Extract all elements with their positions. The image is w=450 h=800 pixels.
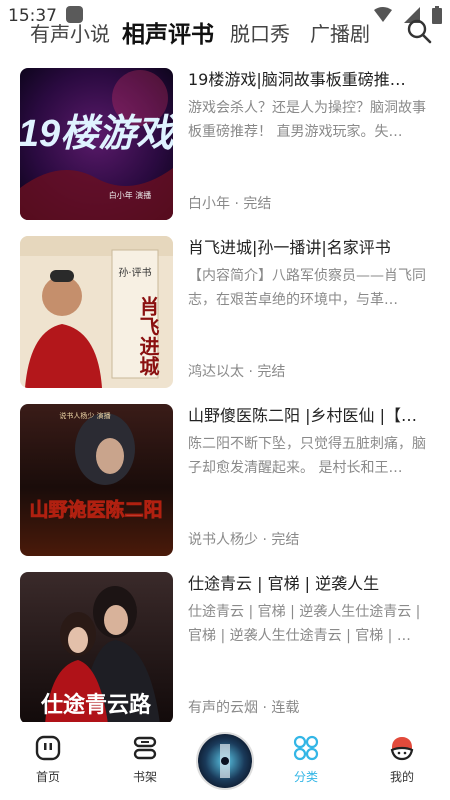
cover-title: 肖飞进城 — [136, 295, 160, 377]
item-meta: 有声的云烟 · 连载 — [188, 700, 300, 716]
nav-mine[interactable]: 我的 — [372, 734, 432, 785]
cover-narrator: 说书人杨少 演播 — [59, 411, 110, 420]
item-title: 肖飞进城|孙一播讲|名家评书 — [188, 238, 391, 257]
nav-home-label: 首页 — [35, 770, 60, 784]
cover-title: 山野诡医陈二阳 — [29, 498, 162, 521]
now-playing-cover — [198, 734, 252, 788]
item-title: 19楼游戏|脑洞故事板重磅推… — [188, 70, 406, 89]
item-description: 游戏会杀人？还是人为操控？脑洞故事板重磅推荐！ 直男游戏玩家。失… — [188, 100, 426, 140]
item-meta: 鸿达以太 · 完结 — [188, 364, 286, 380]
list-item[interactable]: 仕途青云路 仕途青云 | 官梯 | 逆袭人生 仕途青云 | 官梯 | 逆袭人生仕… — [0, 564, 450, 724]
item-description: 陈二阳不断下坠，只觉得五脏刺痛，脑子却愈发清醒起来。 是村长和王… — [188, 436, 426, 476]
list-item[interactable]: 说书人杨少 演播 山野诡医陈二阳 山野傻医陈二阳 |乡村医仙 |【… 陈二阳不断… — [0, 396, 450, 556]
item-meta: 白小年 · 完结 — [188, 196, 272, 212]
nav-shelf-label: 书架 — [132, 770, 157, 784]
book-cover: 说书人杨少 演播 山野诡医陈二阳 — [20, 404, 173, 556]
now-playing-disc[interactable] — [196, 732, 254, 790]
battery-icon — [432, 6, 442, 24]
item-meta: 说书人杨少 · 完结 — [188, 532, 300, 548]
item-title: 山野傻医陈二阳 |乡村医仙 |【… — [188, 406, 417, 425]
nav-mine-label: 我的 — [389, 770, 414, 784]
cover-narrator: 白小年 演播 — [109, 190, 152, 200]
category-icon — [293, 735, 319, 761]
item-description: 【内容简介】八路军侦察员——肖飞同志，在艰苦卓绝的环境中，与革… — [188, 268, 426, 308]
tab-audio-novel[interactable]: 有声小说 — [30, 18, 110, 47]
nav-category[interactable]: 分类 — [276, 734, 336, 785]
cover-narrator: 孙·评书 — [118, 266, 151, 279]
tab-crosstalk-storytelling[interactable]: 相声评书 — [122, 15, 214, 49]
search-icon[interactable] — [406, 18, 432, 44]
book-cover: 仕途青云路 — [20, 572, 173, 724]
bookshelf-icon — [133, 736, 157, 760]
nav-home[interactable]: 首页 — [18, 734, 78, 785]
tab-radio-drama[interactable]: 广播剧 — [310, 18, 370, 47]
item-title: 仕途青云 | 官梯 | 逆袭人生 — [188, 574, 380, 593]
category-tabs: 有声小说 相声评书 脱口秀 广播剧 — [0, 12, 400, 52]
list-item[interactable]: 19楼游戏 白小年 演播 19楼游戏|脑洞故事板重磅推… 游戏会杀人？还是人为操… — [0, 60, 450, 220]
book-cover: 孙·评书 肖飞进城 — [20, 236, 173, 388]
cover-title: 19楼游戏 — [20, 113, 173, 155]
home-icon — [35, 735, 61, 761]
nav-category-label: 分类 — [293, 770, 318, 784]
item-description: 仕途青云 | 官梯 | 逆袭人生仕途青云 | 官梯 | 逆袭人生仕途青云 | 官… — [188, 604, 421, 644]
cover-title: 仕途青云路 — [40, 692, 152, 718]
book-cover: 19楼游戏 白小年 演播 — [20, 68, 173, 220]
nav-shelf[interactable]: 书架 — [115, 734, 175, 785]
tab-talk-show[interactable]: 脱口秀 — [230, 18, 290, 47]
list-item[interactable]: 孙·评书 肖飞进城 肖飞进城|孙一播讲|名家评书 【内容简介】八路军侦察员——肖… — [0, 228, 450, 388]
profile-icon — [390, 737, 414, 761]
